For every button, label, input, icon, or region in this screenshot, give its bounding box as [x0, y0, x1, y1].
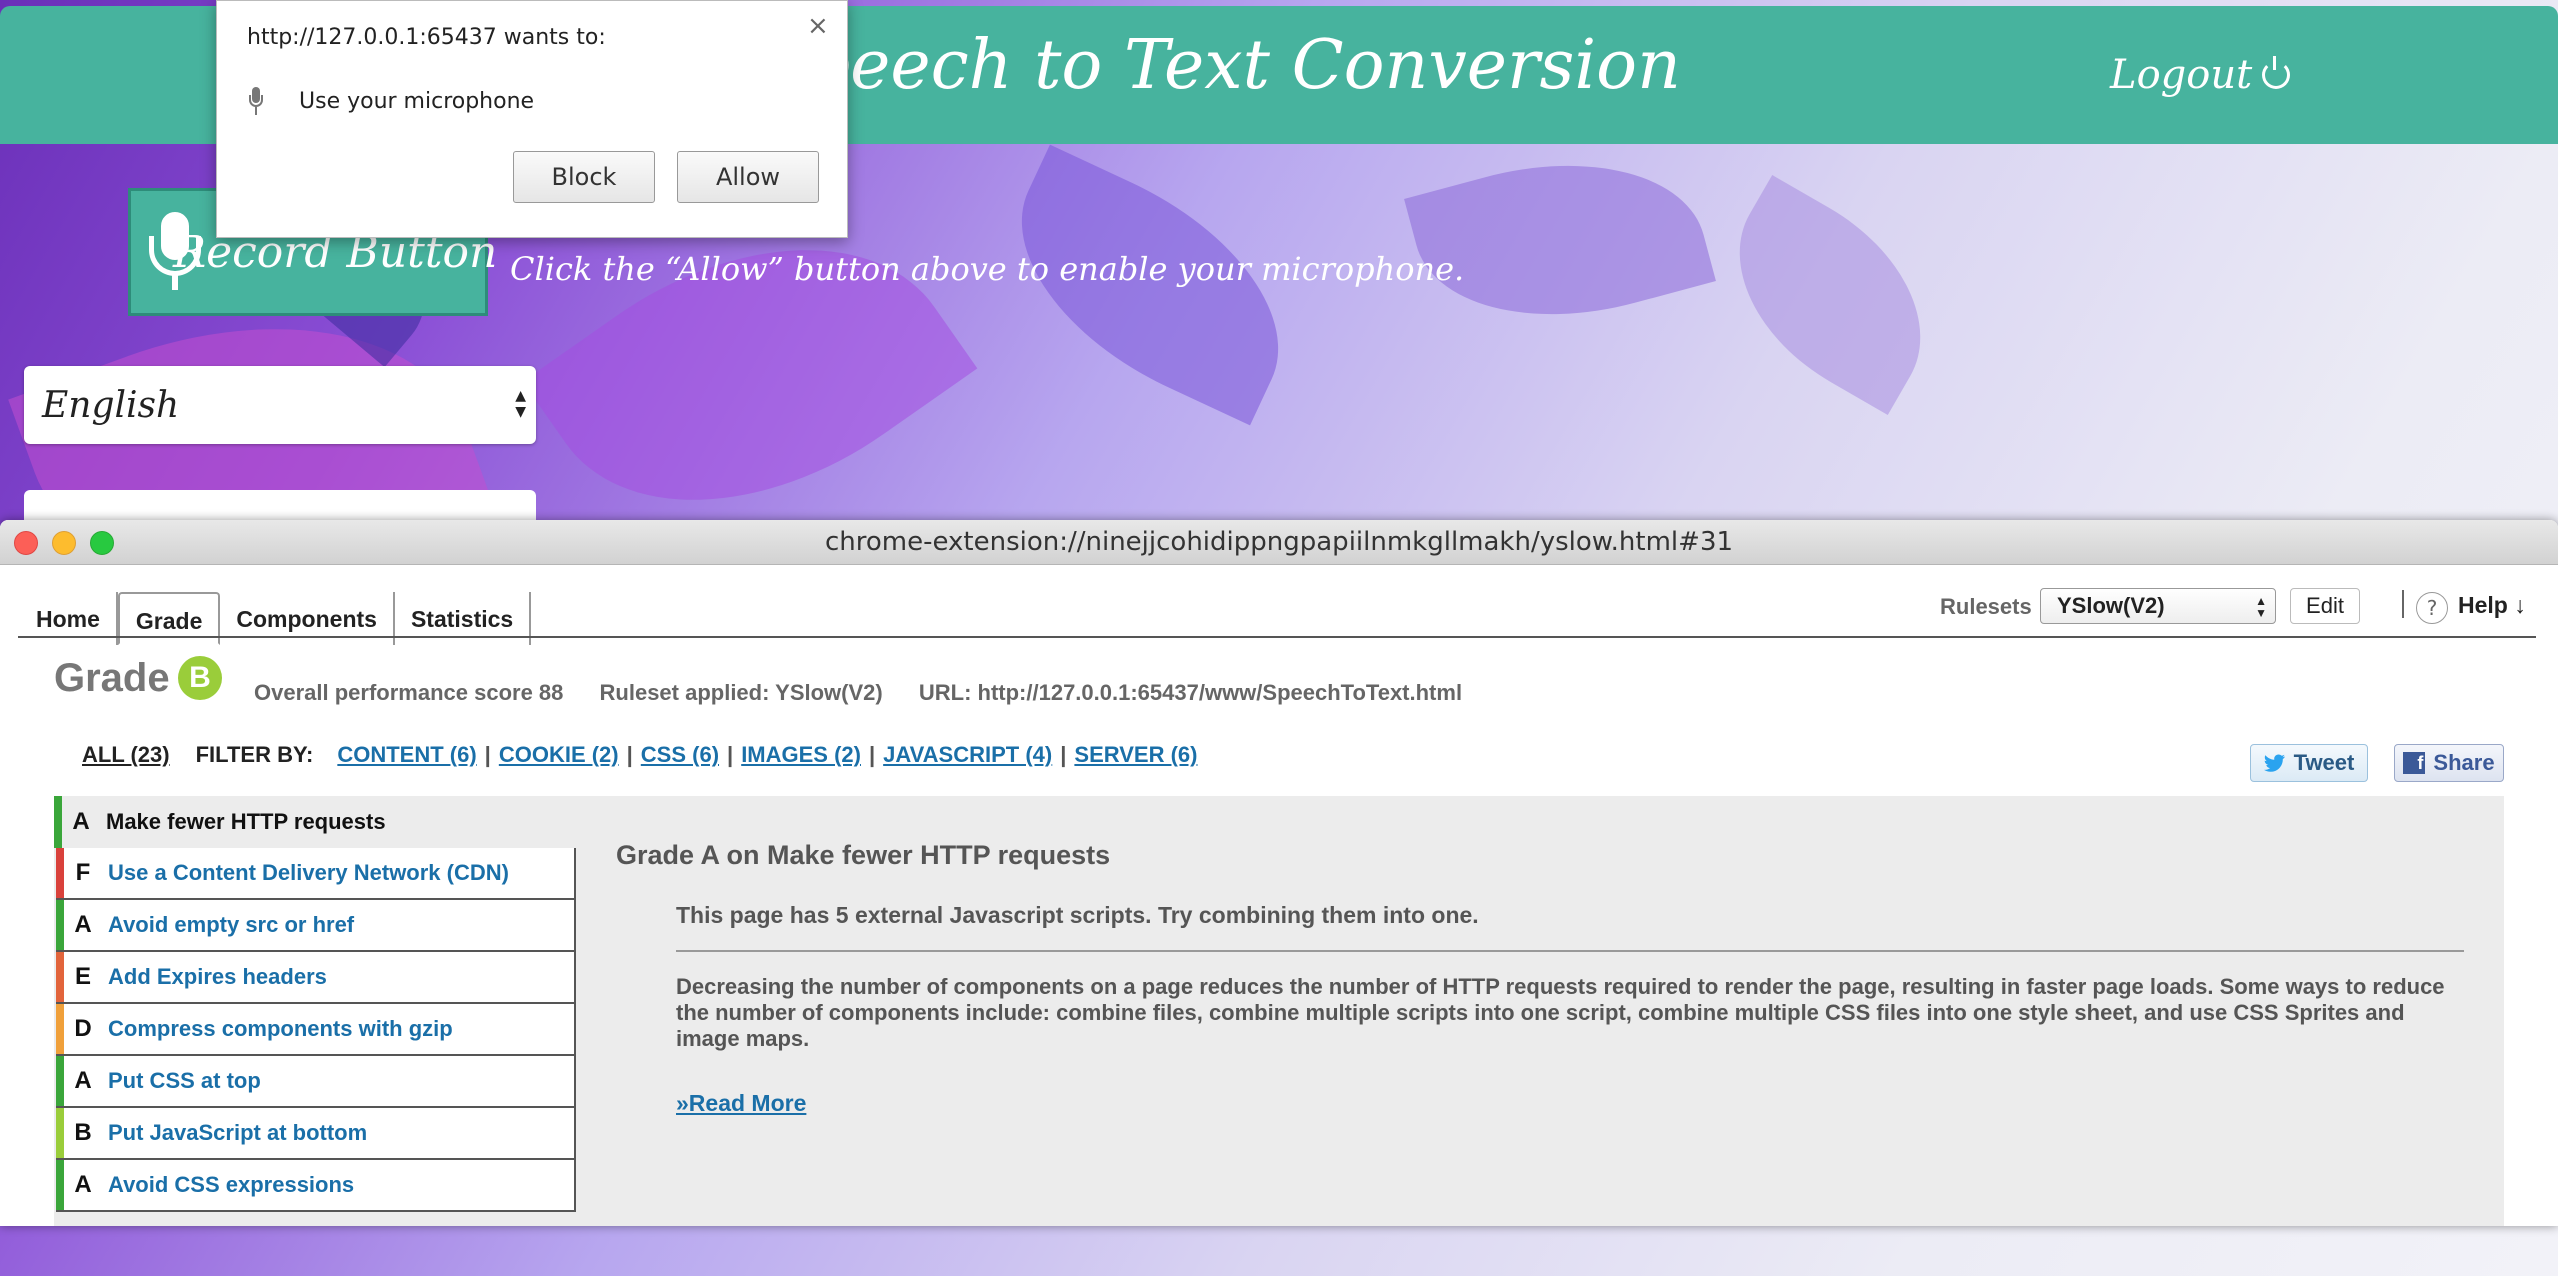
ruleset-select[interactable]: YSlow(V2) ▲ ▼ [2040, 588, 2276, 624]
rule-item[interactable]: A Make fewer HTTP requests [54, 796, 576, 848]
tweet-button[interactable]: Tweet [2250, 744, 2368, 782]
rule-name: Compress components with gzip [108, 1016, 453, 1041]
twitter-icon [2263, 754, 2285, 772]
detail-description: Decreasing the number of components on a… [676, 974, 2445, 1051]
grade-color-bar [56, 848, 64, 898]
language-value: English [42, 384, 180, 426]
rules-list: A Make fewer HTTP requests F Use a Conte… [54, 796, 576, 1212]
grade-color-bar [56, 900, 64, 950]
rule-item[interactable]: A Avoid empty src or href [56, 900, 576, 952]
rule-item[interactable]: A Put CSS at top [56, 1056, 576, 1108]
rule-item[interactable]: D Compress components with gzip [56, 1004, 576, 1056]
rule-name: Put CSS at top [108, 1068, 261, 1093]
filter-css[interactable]: CSS (6) [641, 742, 719, 768]
permission-text: Use your microphone [299, 89, 535, 114]
rule-grade: E [74, 963, 91, 990]
rule-grade: A [74, 1171, 92, 1198]
filter-cookie[interactable]: COOKIE (2) [499, 742, 619, 768]
power-icon [2262, 56, 2291, 89]
yslow-window: chrome-extension://ninejjcohidippngpapii… [0, 520, 2558, 1226]
facebook-share-button[interactable]: f Share [2394, 744, 2504, 782]
rule-name: Make fewer HTTP requests [106, 809, 386, 834]
tweet-label: Tweet [2293, 750, 2355, 775]
toolbar-separator [2402, 590, 2404, 618]
share-label: Share [2433, 750, 2495, 775]
detail-message: This page has 5 external Javascript scri… [676, 902, 1479, 928]
popup-title: http://127.0.0.1:65437 wants to: [247, 25, 606, 50]
ruleset-value: YSlow(V2) [2057, 593, 2165, 618]
allow-button[interactable]: Allow [677, 151, 819, 203]
block-button[interactable]: Block [513, 151, 655, 203]
window-titlebar: chrome-extension://ninejjcohidippngpapii… [0, 520, 2558, 565]
rule-item[interactable]: A Avoid CSS expressions [56, 1160, 576, 1212]
filter-content[interactable]: CONTENT (6) [337, 742, 476, 768]
rule-item[interactable]: B Put JavaScript at bottom [56, 1108, 576, 1160]
facebook-icon: f [2403, 752, 2426, 774]
rule-grade: D [74, 1015, 92, 1042]
rule-grade: A [72, 808, 90, 835]
app-title: Speech to Text Conversion [760, 26, 1681, 105]
filter-javascript[interactable]: JAVASCRIPT (4) [883, 742, 1052, 768]
rule-name: Put JavaScript at bottom [108, 1120, 368, 1145]
help-link[interactable]: Help ↓ [2458, 592, 2526, 619]
filter-all[interactable]: ALL (23) [82, 742, 170, 768]
detail-title: Grade A on Make fewer HTTP requests [616, 840, 1111, 870]
microphone-hint: Click the “Allow” button above to enable… [510, 250, 1465, 288]
rule-grade: B [74, 1119, 92, 1146]
tab-divider [18, 636, 2536, 638]
overall-score: Overall performance score 88 [254, 680, 564, 705]
select-arrows-icon: ▲ ▼ [2255, 594, 2267, 620]
rule-item[interactable]: F Use a Content Delivery Network (CDN) [56, 848, 576, 900]
filter-images[interactable]: IMAGES (2) [741, 742, 861, 768]
grade-color-bar [56, 1056, 64, 1106]
leaf-decoration [1404, 140, 1716, 354]
leaf-decoration [1697, 175, 1963, 415]
grade-color-bar [56, 952, 64, 1002]
close-icon[interactable]: × [807, 11, 829, 41]
logout-button[interactable]: Logout [2110, 52, 2291, 98]
grade-color-bar [54, 796, 62, 848]
permission-popup: http://127.0.0.1:65437 wants to: × Use y… [216, 0, 848, 238]
window-title: chrome-extension://ninejjcohidippngpapii… [824, 527, 1734, 557]
microphone-icon [249, 87, 263, 117]
select-arrows-icon: ▲ ▼ [515, 388, 526, 420]
filter-server[interactable]: SERVER (6) [1074, 742, 1197, 768]
rule-item[interactable]: E Add Expires headers [56, 952, 576, 1004]
rule-name: Avoid CSS expressions [108, 1172, 355, 1197]
filter-by-label: FILTER BY: [195, 742, 314, 767]
ruleset-applied: Ruleset applied: YSlow(V2) [599, 680, 883, 705]
rule-detail: Grade A on Make fewer HTTP requests This… [616, 840, 2496, 1116]
rulesets-label: Rulesets [1940, 594, 2032, 619]
help-icon[interactable]: ? [2416, 592, 2448, 624]
grade-badge: B [178, 656, 222, 700]
language-select[interactable]: English ▲ ▼ [24, 366, 536, 444]
read-more-link[interactable]: »Read More [676, 1090, 806, 1117]
rule-name: Avoid empty src or href [108, 912, 355, 937]
page-url: URL: http://127.0.0.1:65437/www/SpeechTo… [918, 680, 1463, 705]
detail-divider [676, 950, 2464, 952]
grade-color-bar [56, 1108, 64, 1158]
grade-summary: Overall performance score 88 Ruleset app… [254, 680, 1492, 706]
rule-grade: A [74, 1067, 92, 1094]
rule-grade: A [74, 911, 92, 938]
edit-ruleset-button[interactable]: Edit [2290, 588, 2360, 624]
logout-label: Logout [2110, 52, 2253, 98]
rule-grade: F [75, 859, 91, 886]
grade-color-bar [56, 1004, 64, 1054]
filter-bar: ALL (23) FILTER BY: CONTENT (6) | COOKIE … [82, 742, 1198, 768]
grade-color-bar [56, 1160, 64, 1210]
grade-heading: Grade [54, 656, 170, 700]
rule-name: Add Expires headers [108, 964, 327, 989]
rule-name: Use a Content Delivery Network (CDN) [108, 860, 509, 885]
